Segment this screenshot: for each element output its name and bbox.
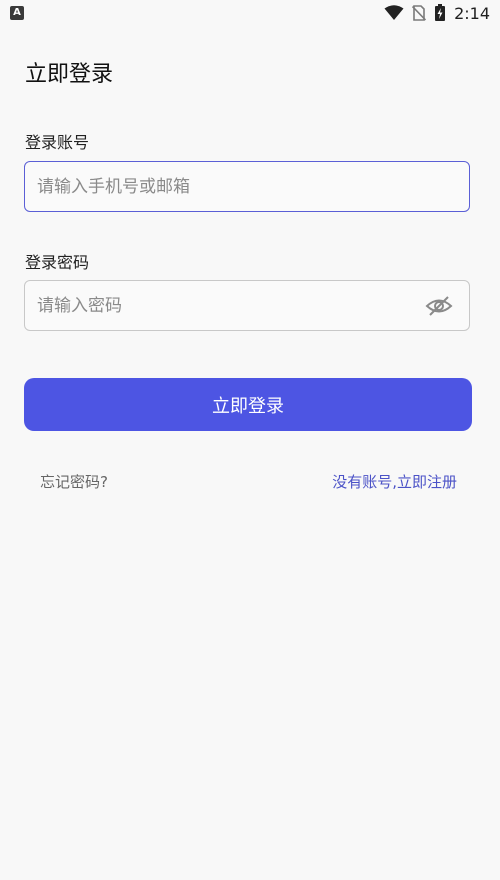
register-link[interactable]: 没有账号,立即注册	[332, 471, 457, 492]
no-sim-icon	[412, 5, 427, 21]
wifi-icon	[384, 5, 404, 20]
login-button[interactable]: 立即登录	[24, 378, 472, 431]
status-bar-right: 2:14	[384, 3, 490, 23]
password-input[interactable]	[37, 281, 417, 330]
eye-off-icon[interactable]	[425, 294, 453, 318]
account-input[interactable]	[37, 162, 417, 211]
forgot-password-link[interactable]: 忘记密码?	[40, 471, 108, 492]
password-field-container[interactable]	[24, 280, 470, 331]
status-bar: A 2:14	[0, 0, 500, 26]
account-field-container[interactable]	[24, 161, 470, 212]
page-title: 立即登录	[25, 62, 114, 87]
status-time: 2:14	[454, 3, 490, 23]
password-label: 登录密码	[25, 253, 90, 272]
notification-app-icon: A	[10, 6, 24, 20]
battery-charging-icon	[435, 4, 446, 21]
account-label: 登录账号	[25, 133, 90, 152]
